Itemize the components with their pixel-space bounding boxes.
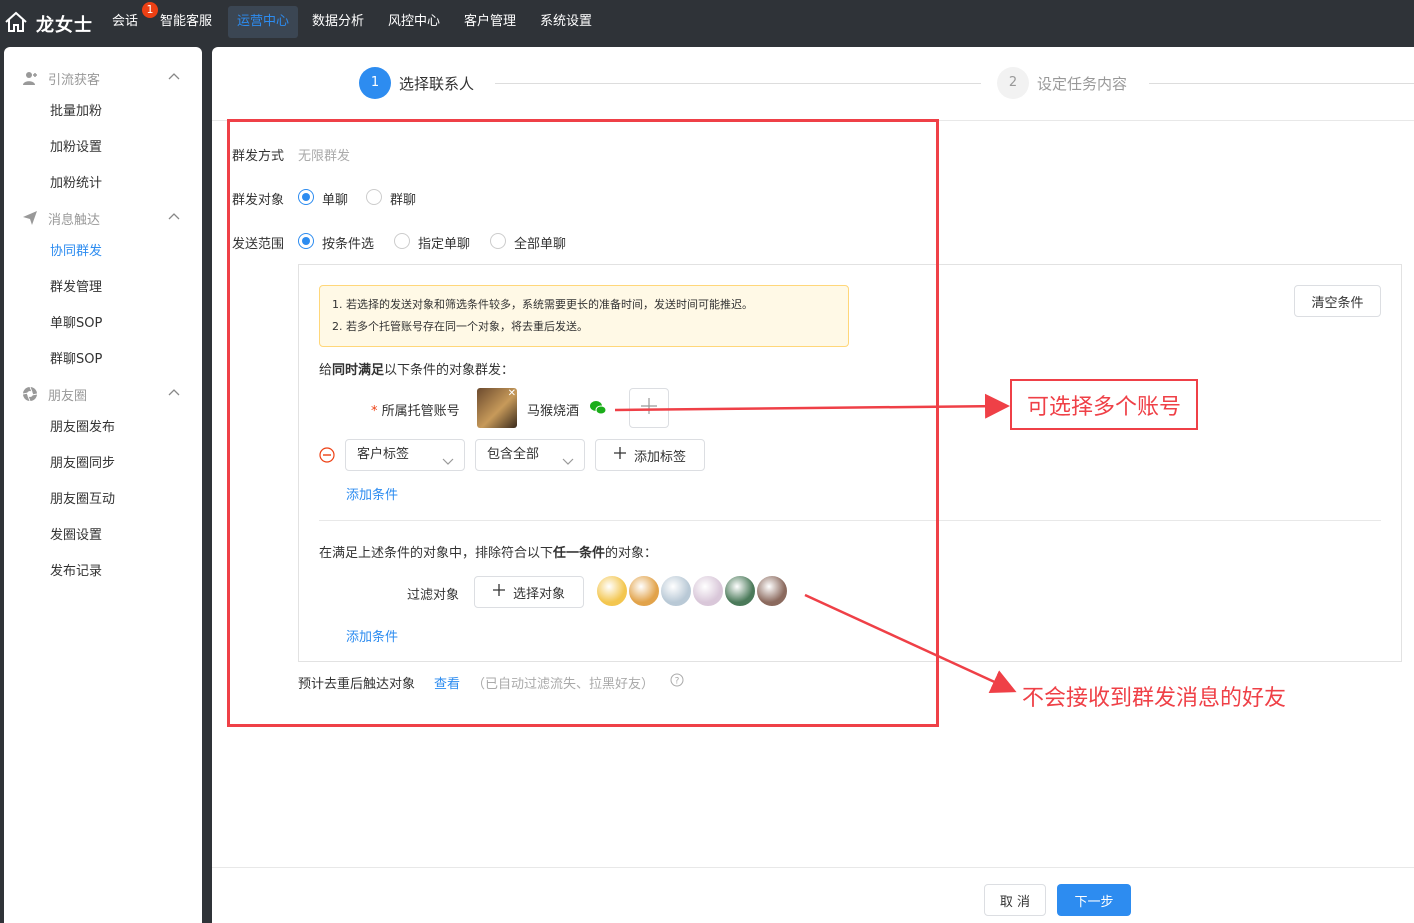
top-bar: 龙女士 会话 1 智能客服 运营中心 数据分析 风控中心 客户管理 系统设置	[0, 0, 1414, 46]
clear-conditions-button[interactable]: 清空条件	[1294, 285, 1381, 317]
home-icon	[4, 10, 28, 38]
paper-plane-icon	[22, 210, 38, 226]
cancel-button[interactable]: 取 消	[984, 884, 1046, 916]
sidebar-item-moments-sync[interactable]: 朋友圈同步	[50, 452, 115, 476]
step-1-number: 1	[359, 67, 391, 99]
sidebar-item-moments-interact[interactable]: 朋友圈互动	[50, 488, 115, 512]
shutter-icon	[22, 386, 38, 402]
highlight-box	[227, 119, 939, 727]
group-label: 消息触达	[48, 212, 101, 228]
sidebar-item-add-settings[interactable]: 加粉设置	[50, 136, 102, 160]
user-add-icon	[22, 70, 38, 86]
nav-item-operations[interactable]: 运营中心	[228, 6, 298, 38]
step-divider	[1149, 83, 1414, 84]
chevron-up-icon	[168, 71, 180, 87]
callout-excluded-friends: 不会接收到群发消息的好友	[1022, 686, 1287, 711]
sidebar-group-acquisition[interactable]: 引流获客	[4, 63, 202, 93]
group-label: 引流获客	[48, 72, 101, 88]
nav-label: 会话	[112, 14, 139, 29]
sidebar-group-messaging[interactable]: 消息触达	[4, 203, 202, 233]
brand[interactable]: 龙女士	[4, 10, 93, 38]
sidebar-item-post-settings[interactable]: 发圈设置	[50, 524, 102, 548]
step-divider	[495, 83, 981, 84]
nav-item-smart-service[interactable]: 智能客服	[154, 6, 218, 38]
sidebar-item-collab-broadcast[interactable]: 协同群发	[50, 240, 102, 264]
step-2-number: 2	[997, 67, 1029, 99]
sidebar-item-moments-publish[interactable]: 朋友圈发布	[50, 416, 115, 440]
sidebar-item-group-sop[interactable]: 群聊SOP	[50, 348, 102, 372]
chevron-up-icon	[168, 211, 180, 227]
nav-item-analytics[interactable]: 数据分析	[306, 6, 370, 38]
sidebar-item-single-sop[interactable]: 单聊SOP	[50, 312, 102, 336]
callout-multiple-accounts: 可选择多个账号	[1010, 379, 1198, 430]
sidebar-item-add-stats[interactable]: 加粉统计	[50, 172, 102, 196]
nav-item-risk[interactable]: 风控中心	[382, 6, 446, 38]
brand-name: 龙女士	[36, 15, 93, 36]
steps-bar: 1 选择联系人 2 设定任务内容	[212, 47, 1414, 121]
sidebar: 引流获客 批量加粉 加粉设置 加粉统计 消息触达 协同群发 群发管理 单聊SOP…	[4, 47, 202, 923]
nav-item-customers[interactable]: 客户管理	[458, 6, 522, 38]
nav-item-settings[interactable]: 系统设置	[534, 6, 598, 38]
step-2-label: 设定任务内容	[1037, 75, 1128, 93]
group-label: 朋友圈	[48, 388, 88, 404]
step-1-label: 选择联系人	[399, 75, 475, 93]
nav-item-chat[interactable]: 会话 1	[106, 2, 159, 38]
footer-bar: 取 消 下一步	[212, 867, 1414, 923]
sidebar-item-publish-records[interactable]: 发布记录	[50, 560, 102, 584]
next-step-button[interactable]: 下一步	[1057, 884, 1131, 916]
sidebar-item-broadcast-manage[interactable]: 群发管理	[50, 276, 102, 300]
sidebar-group-moments[interactable]: 朋友圈	[4, 379, 202, 409]
sidebar-item-batch-add[interactable]: 批量加粉	[50, 100, 102, 124]
chevron-up-icon	[168, 387, 180, 403]
